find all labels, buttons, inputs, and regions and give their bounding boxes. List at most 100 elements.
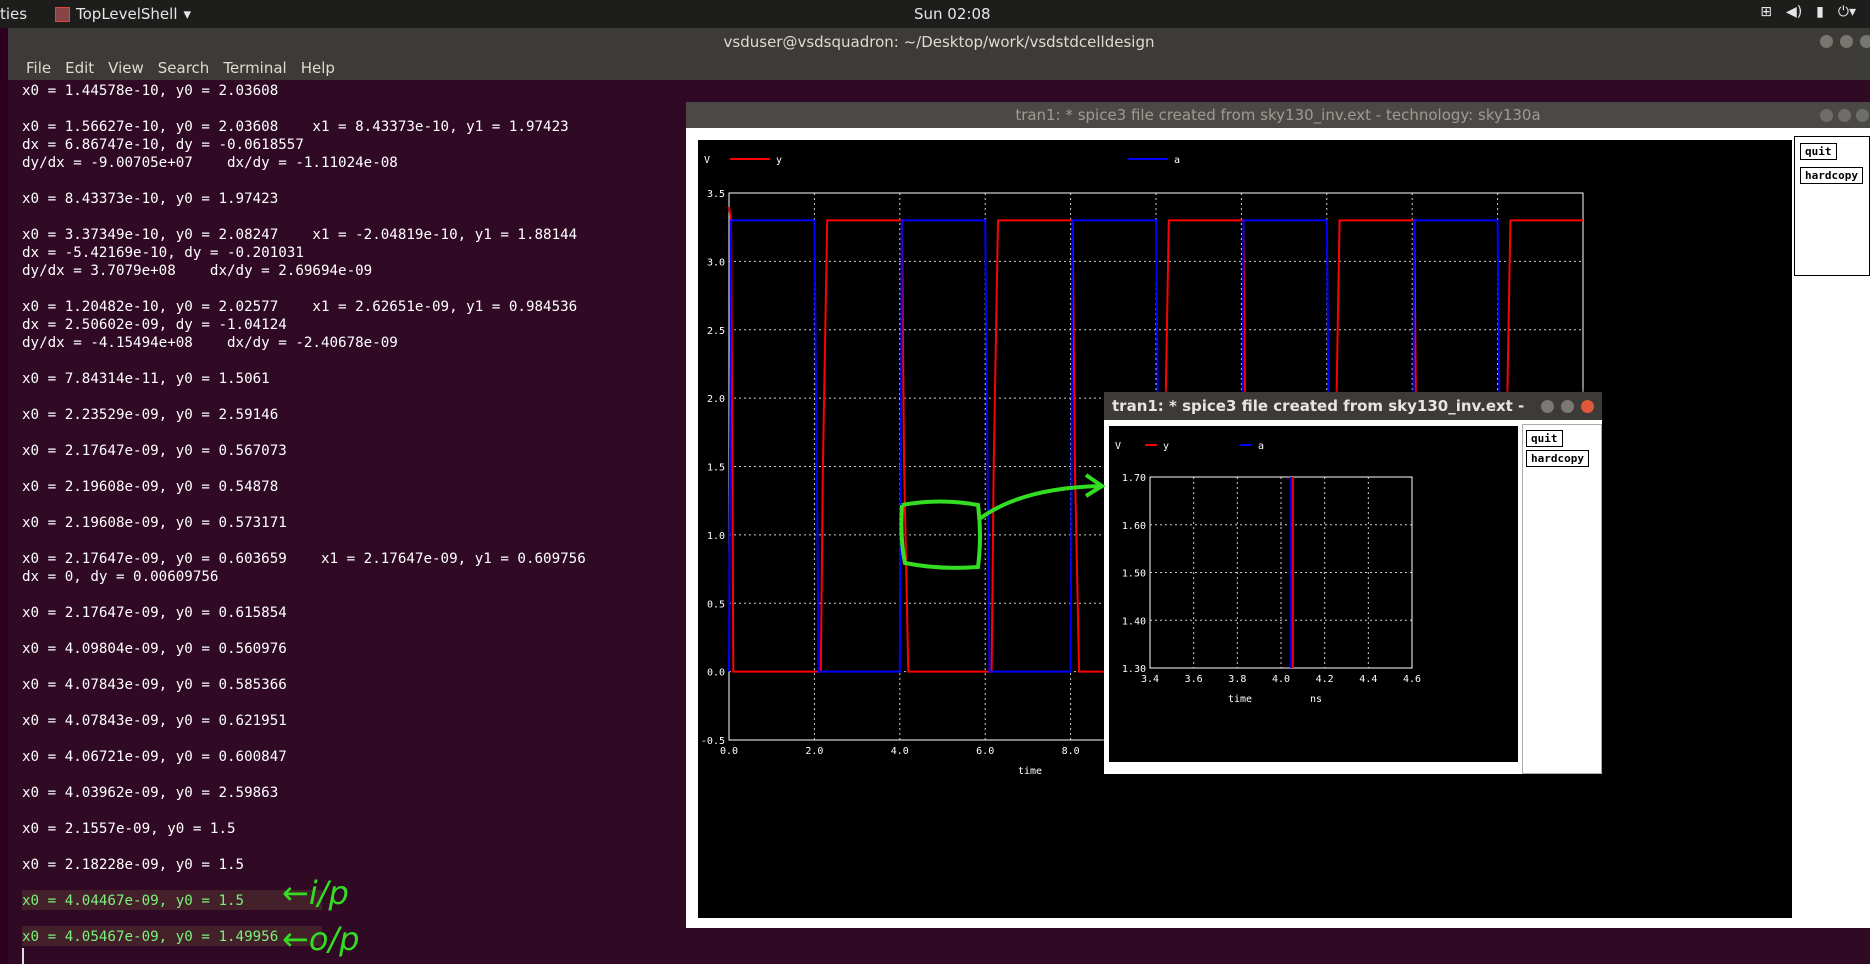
menu-view[interactable]: View	[108, 56, 144, 80]
menu-edit[interactable]: Edit	[65, 56, 94, 80]
menu-search[interactable]: Search	[158, 56, 210, 80]
menu-help[interactable]: Help	[301, 56, 335, 80]
minimize-icon[interactable]	[1820, 35, 1833, 48]
minimize-icon[interactable]	[1541, 400, 1554, 413]
minimize-icon[interactable]	[1820, 109, 1833, 122]
maximize-icon[interactable]	[1838, 109, 1851, 122]
x-tick-label: 3.8	[1228, 674, 1246, 685]
terminal-line: x0 = 4.03962e-09, y0 = 2.59863	[22, 785, 279, 801]
y-axis-label: V	[704, 155, 710, 166]
y-tick-label: 3.5	[707, 189, 725, 200]
power-icon[interactable]: ⏻▾	[1838, 4, 1856, 20]
terminal-line: x0 = 4.07843e-09, y0 = 0.585366	[22, 677, 287, 693]
x-tick-label: 4.4	[1359, 674, 1377, 685]
system-tray[interactable]: ⊞ ◀) ▮ ⏻▾	[1760, 4, 1856, 20]
y-tick-label: 2.5	[707, 326, 725, 337]
zoom-chart[interactable]: 3.4 3.6 3.8 4.0 4.2 4.4 4.6 1.30 1.40 1.50 1.60 1.7…	[1109, 426, 1518, 762]
close-icon[interactable]	[1856, 109, 1869, 122]
quit-button[interactable]: quit	[1800, 143, 1837, 160]
terminal-line: x0 = 2.1557e-09, y0 = 1.5	[22, 821, 236, 837]
zoom-window[interactable]: tran1: * spice3 file created from sky130…	[1104, 392, 1602, 774]
maximize-icon[interactable]	[1840, 35, 1853, 48]
x-tick-label: 2.0	[805, 746, 823, 757]
x-tick-label: 8.0	[1062, 746, 1080, 757]
x-tick-label: 4.0	[891, 746, 909, 757]
terminal-line: x0 = 4.04467e-09, y0 = 1.5	[22, 893, 245, 909]
y-axis-label: V	[1115, 441, 1121, 452]
network-icon[interactable]: ⊞	[1760, 4, 1772, 20]
button-panel: quit hardcopy	[1522, 424, 1602, 774]
terminal-line: dx = 2.50602e-09, dy = -1.04124	[22, 317, 287, 333]
terminal-line: x0 = 2.17647e-09, y0 = 0.567073	[22, 443, 287, 459]
terminal-line: x0 = 2.19608e-09, y0 = 0.54878	[22, 479, 279, 495]
waveform-window-title: tran1: * spice3 file created from sky130…	[1015, 106, 1541, 124]
system-top-bar: ties TopLevelShell ▾ Sun 02:08 ⊞ ◀) ▮ ⏻▾	[0, 0, 1870, 28]
volume-icon[interactable]: ◀)	[1786, 4, 1802, 20]
y-tick-label: 1.60	[1122, 521, 1146, 532]
battery-icon[interactable]: ▮	[1816, 4, 1824, 20]
app-icon	[55, 6, 70, 22]
legend-label: y	[1163, 441, 1169, 452]
terminal-line: x0 = 1.56627e-10, y0 = 2.03608 x1 = 8.43…	[22, 119, 569, 135]
terminal-line: x0 = 8.43373e-10, y0 = 1.97423	[22, 191, 279, 207]
clock[interactable]: Sun 02:08	[914, 5, 991, 23]
terminal-line: x0 = 7.84314e-11, y0 = 1.5061	[22, 371, 270, 387]
terminal-line: x0 = 2.17647e-09, y0 = 0.615854	[22, 605, 287, 621]
terminal-line: x0 = 2.19608e-09, y0 = 0.573171	[22, 515, 287, 531]
legend-label: a	[1174, 155, 1180, 166]
terminal-line: x0 = 2.18228e-09, y0 = 1.5	[22, 857, 245, 873]
x-tick-label: 0.0	[720, 746, 738, 757]
hardcopy-button[interactable]: hardcopy	[1526, 450, 1589, 467]
waveform-window-titlebar[interactable]: tran1: * spice3 file created from sky130…	[686, 102, 1870, 128]
quit-button[interactable]: quit	[1526, 430, 1563, 447]
x-tick-label: 3.6	[1185, 674, 1203, 685]
zoom-plot[interactable]: 3.4 3.6 3.8 4.0 4.2 4.4 4.6 1.30 1.40 1.50 1.60 1.7…	[1109, 426, 1518, 762]
hardcopy-button[interactable]: hardcopy	[1800, 167, 1863, 184]
y-tick-label: 0.0	[707, 668, 725, 679]
terminal-line: x0 = 1.20482e-10, y0 = 2.02577 x1 = 2.62…	[22, 299, 578, 315]
x-tick-label: 3.4	[1141, 674, 1159, 685]
y-tick-label: -0.5	[701, 736, 725, 747]
terminal-lines: x0 = 1.44578e-10, y0 = 2.03608 x0 = 1.56…	[22, 82, 586, 946]
chevron-down-icon: ▾	[183, 5, 192, 23]
terminal-line: dx = -5.42169e-10, dy = -0.201031	[22, 245, 304, 261]
terminal-line: x0 = 1.44578e-10, y0 = 2.03608	[22, 83, 279, 99]
zoom-window-titlebar[interactable]: tran1: * spice3 file created from sky130…	[1104, 392, 1602, 443]
terminal-cursor	[22, 948, 24, 964]
terminal-title: vsduser@vsdsquadron: ~/Desktop/work/vsds…	[723, 33, 1155, 51]
y-tick-label: 1.70	[1122, 473, 1146, 484]
terminal-titlebar[interactable]: vsduser@vsdsquadron: ~/Desktop/work/vsds…	[8, 28, 1870, 56]
terminal-line: x0 = 4.09804e-09, y0 = 0.560976	[22, 641, 287, 657]
close-icon[interactable]	[1860, 35, 1870, 48]
y-tick-label: 1.30	[1122, 664, 1146, 675]
x-tick-label: 4.2	[1316, 674, 1334, 685]
x-axis-label: time	[1228, 694, 1252, 705]
terminal-line: dy/dx = -9.00705e+07 dx/dy = -1.11024e-0…	[22, 155, 398, 171]
terminal-line: dy/dx = 3.7079e+08 dx/dy = 2.69694e-09	[22, 263, 373, 279]
activities-button[interactable]: ties	[0, 5, 27, 23]
maximize-icon[interactable]	[1561, 400, 1574, 413]
legend-label: a	[1258, 441, 1264, 452]
menu-file[interactable]: File	[26, 56, 51, 80]
close-icon[interactable]	[1581, 400, 1594, 413]
menu-terminal[interactable]: Terminal	[223, 56, 286, 80]
legend-label: y	[776, 155, 782, 166]
app-menu[interactable]: TopLevelShell ▾	[55, 5, 191, 23]
